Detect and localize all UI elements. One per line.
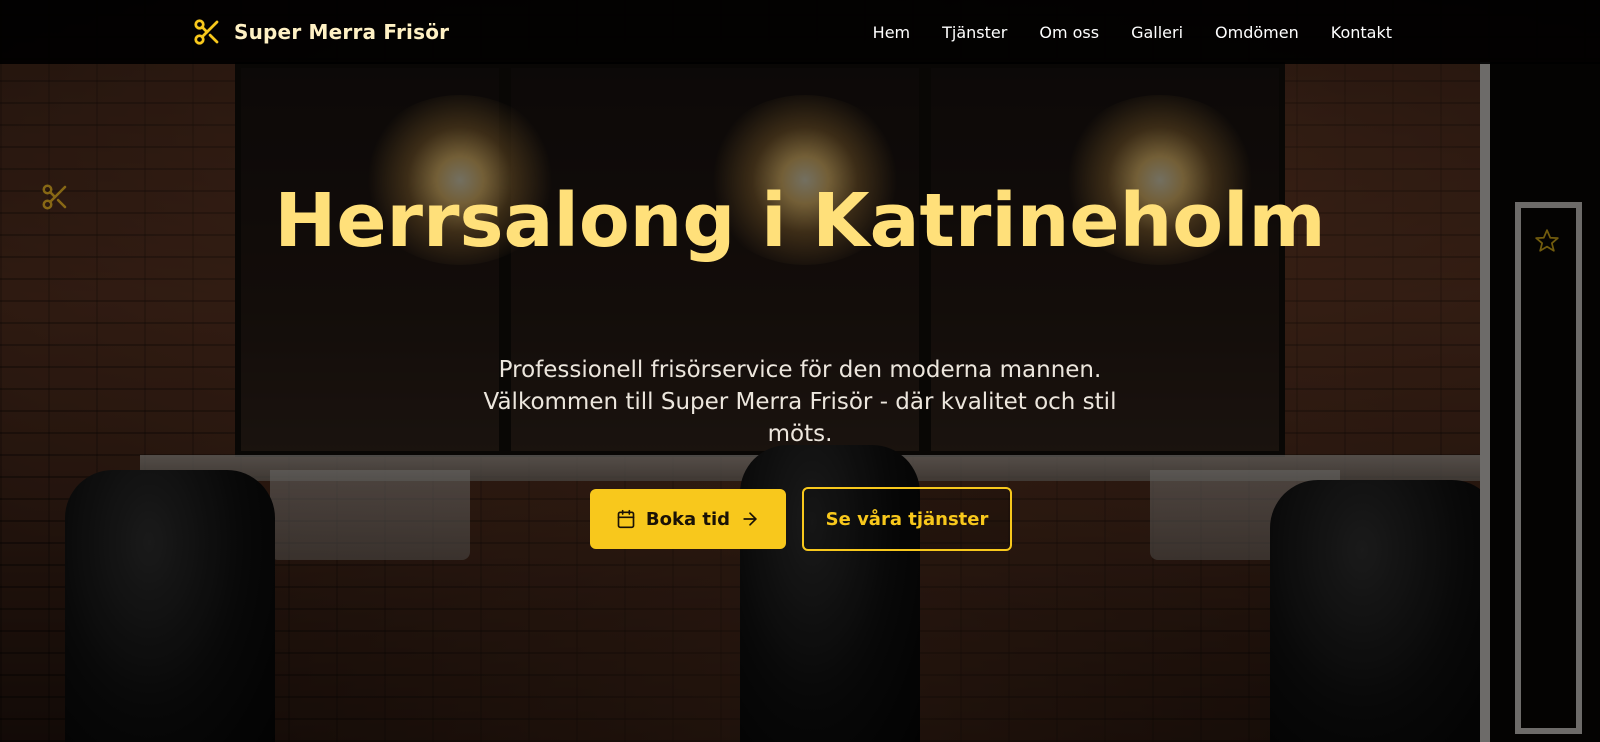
hero-section: Herrsalong i Katrineholm Professionell f… [0, 64, 1600, 742]
view-services-button[interactable]: Se våra tjänster [802, 487, 1012, 551]
hero-subtitle: Professionell frisörservice för den mode… [483, 357, 1117, 447]
cta-row: Boka tid Se våra tjänster [590, 487, 1012, 551]
arrow-right-icon [743, 512, 757, 526]
brand-name: Super Merra Frisör [234, 20, 450, 44]
nav-link-hem[interactable]: Hem [873, 23, 910, 42]
nav-link-kontakt[interactable]: Kontakt [1331, 23, 1392, 42]
book-appointment-button[interactable]: Boka tid [590, 489, 786, 549]
nav-menu: Hem Tjänster Om oss Galleri Omdömen Kont… [873, 0, 1392, 64]
brand-logo[interactable]: Super Merra Frisör [192, 16, 449, 48]
nav-link-tjanster[interactable]: Tjänster [942, 23, 1007, 42]
nav-link-omdomen[interactable]: Omdömen [1215, 23, 1299, 42]
nav-link-galleri[interactable]: Galleri [1131, 23, 1183, 42]
book-appointment-label: Boka tid [645, 508, 731, 530]
navbar: Super Merra Frisör Hem Tjänster Om oss G… [0, 0, 1600, 64]
nav-link-om-oss[interactable]: Om oss [1039, 23, 1099, 42]
hero-title: Herrsalong i Katrineholm [274, 178, 1326, 264]
view-services-label: Se våra tjänster [825, 508, 989, 530]
scissors-icon [194, 19, 219, 45]
calendar-icon [617, 509, 635, 529]
